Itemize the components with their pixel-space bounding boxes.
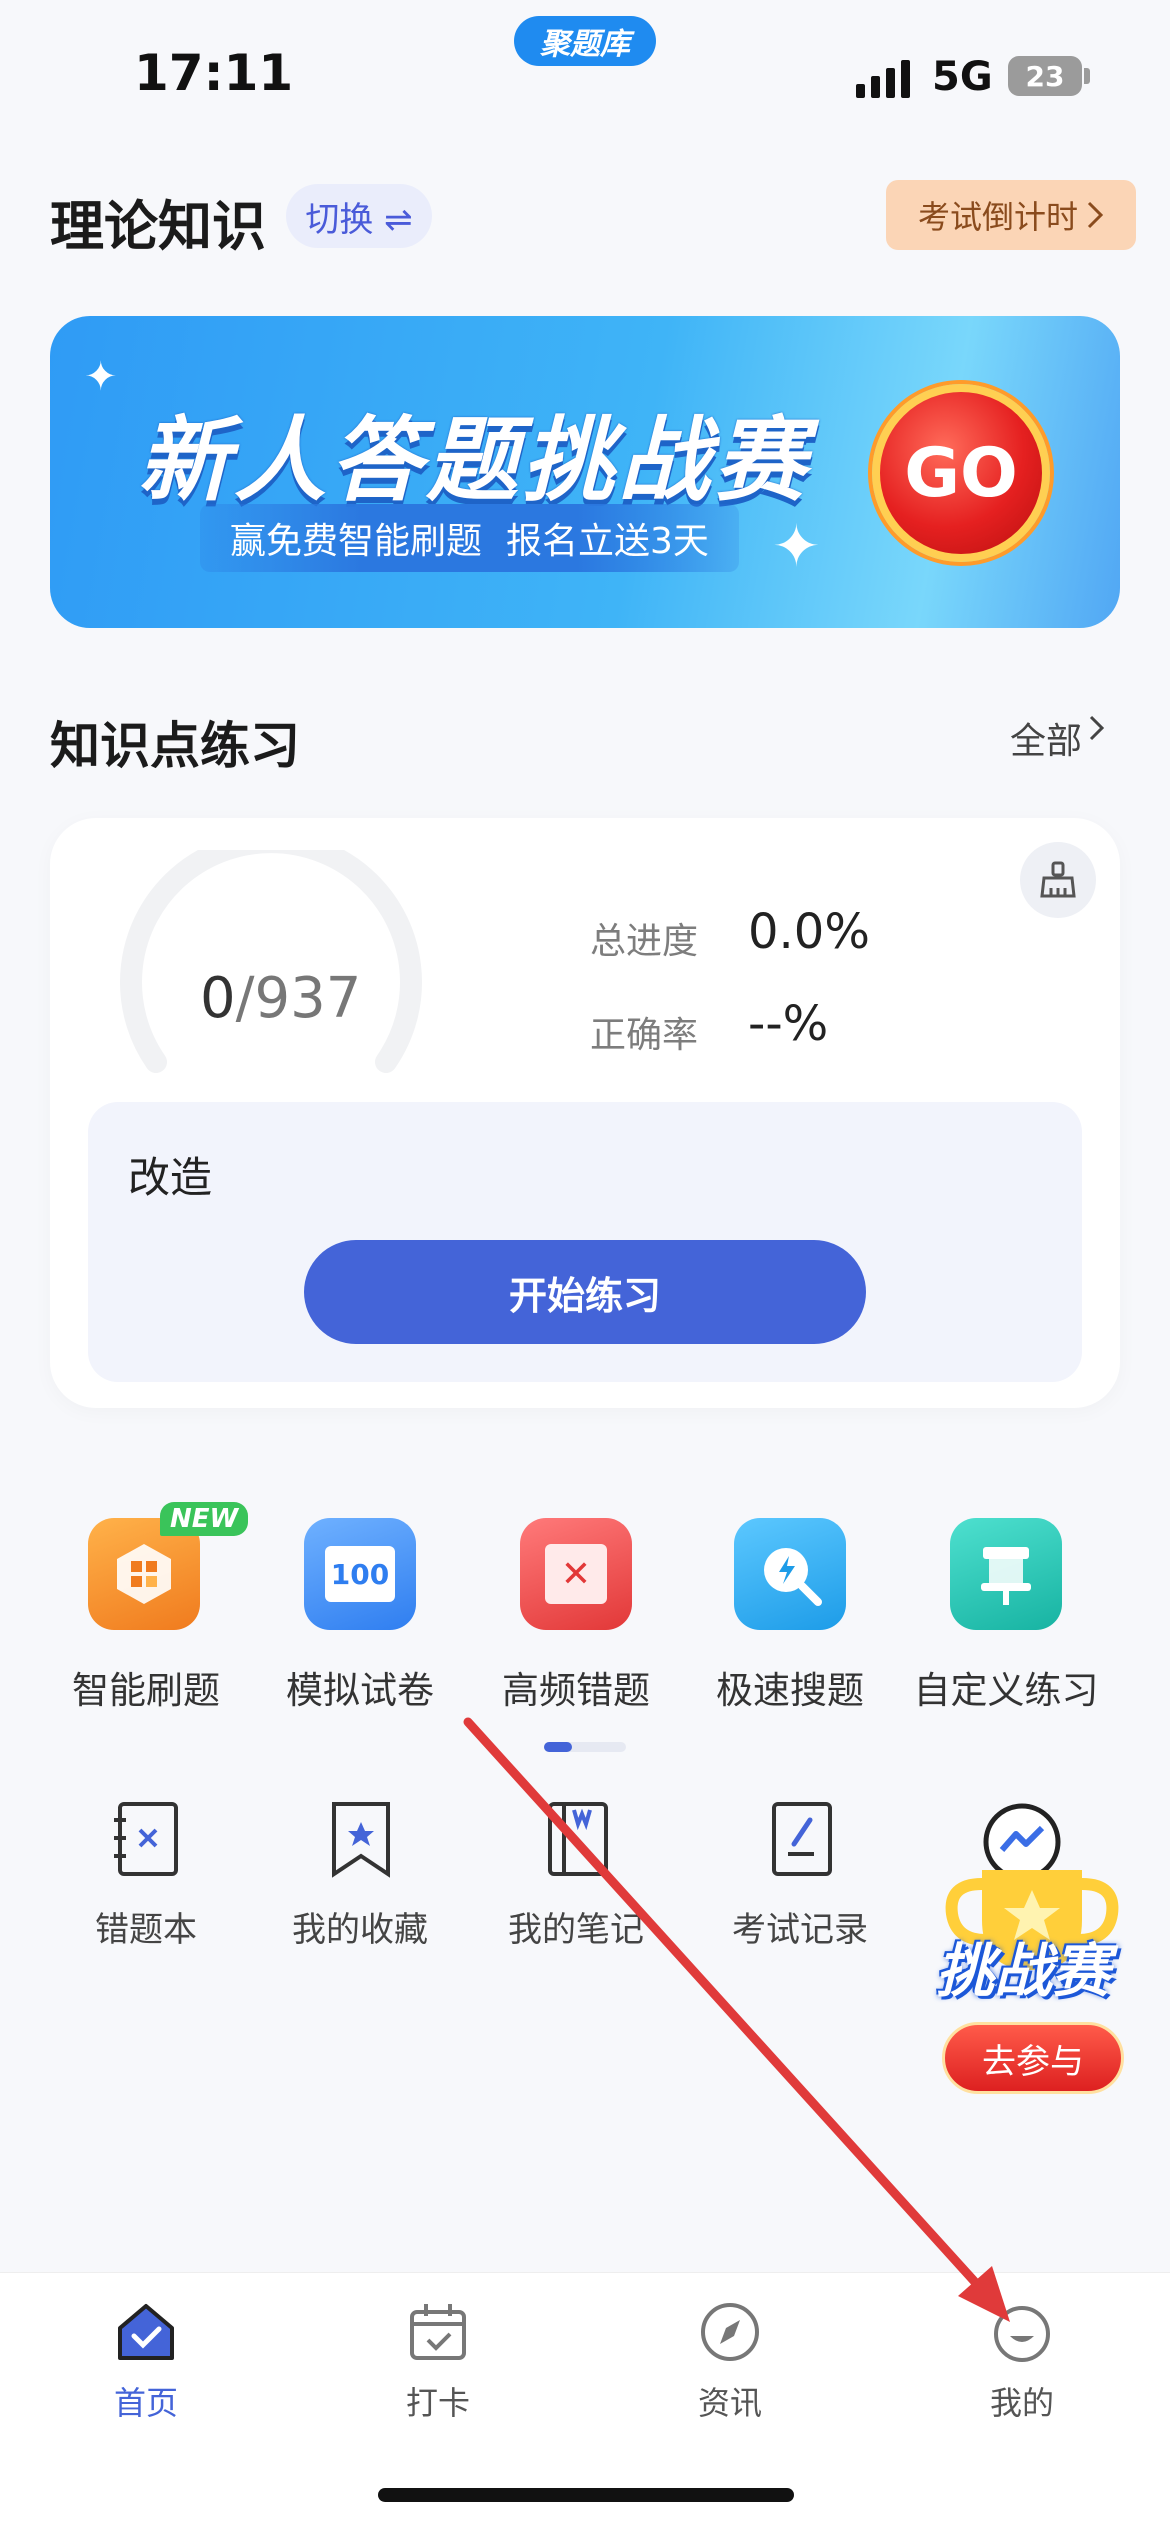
nav-item-news[interactable]: 资讯 [650,2300,810,2424]
banner-sub-left: 赢免费智能刷题 [230,521,483,562]
quick-search-icon [734,1518,846,1630]
nav-item-checkin[interactable]: 打卡 [358,2300,518,2424]
new-badge: NEW [160,1502,249,1536]
switch-label: 切换 ⇌ [305,199,413,240]
banner-title: 新人答题挑战赛 [138,407,811,514]
progress-count: 0/937 [200,966,362,1031]
clean-button[interactable] [1020,842,1096,918]
profile-icon [994,2306,1050,2362]
view-all-link[interactable]: 全部 [1010,712,1106,764]
home-icon [118,2304,174,2360]
home-indicator [378,2488,794,2502]
nav-label: 资讯 [697,2384,762,2422]
feature-label: 智能刷题 [72,1669,220,1712]
go-button[interactable]: GO [872,384,1050,562]
exam-countdown-button[interactable]: 考试倒计时 [886,180,1136,250]
notes-icon [548,1802,608,1876]
tool-bookmark[interactable]: 我的收藏 [250,1800,470,1951]
sparkle-icon: ✦ [84,354,118,400]
nav-label: 首页 [113,2384,178,2422]
broom-icon [1040,861,1076,898]
switch-button[interactable]: 切换 ⇌ [286,184,432,248]
countdown-label: 考试倒计时 [917,198,1078,236]
accuracy-value: --% [748,996,829,1052]
calendar-check-icon [410,2304,466,2360]
nav-label: 打卡 [405,2384,470,2422]
total-count: 937 [254,966,362,1031]
frequent-mistakes-icon: ✕ [520,1518,632,1630]
progress-value: 0.0% [748,904,870,960]
join-challenge-button[interactable]: 去参与 [942,2022,1124,2094]
tool-label: 考试记录 [732,1910,868,1950]
banner-subtitle: 赢免费智能刷题 报名立送3天 [200,504,739,572]
battery-icon: 23 [1008,56,1082,96]
chevron-right-icon [1089,715,1105,741]
network-type: 5G [932,54,993,100]
chevron-right-icon [1087,201,1104,229]
tool-label: 我的笔记 [508,1910,644,1950]
nav-item-profile[interactable]: 我的 [942,2300,1102,2424]
view-all-label: 全部 [1010,721,1083,762]
signal-icon [856,58,914,98]
page-title: 理论知识 [50,195,266,258]
mock-paper-icon: 100 [304,1518,416,1630]
exam-record-icon [772,1802,832,1876]
tool-mistake-book[interactable]: 错题本 [36,1800,256,1951]
tool-label: 我的收藏 [292,1910,428,1950]
start-practice-button[interactable]: 开始练习 [304,1240,866,1344]
nav-item-home[interactable]: 首页 [66,2300,226,2424]
feature-label: 极速搜题 [716,1669,864,1712]
tool-notes[interactable]: 我的笔记 [466,1800,686,1951]
page-indicator [544,1742,626,1752]
custom-practice-icon [950,1518,1062,1630]
bookmark-icon [332,1802,390,1878]
feature-smart-practice[interactable]: 智能刷题 [36,1518,256,1714]
accuracy-label: 正确率 [590,1015,699,1056]
done-count: 0 [200,966,236,1031]
feature-mock-paper[interactable]: 100 模拟试卷 [250,1518,470,1714]
challenge-banner[interactable]: ✦ 新人答题挑战赛 赢免费智能刷题 报名立送3天 ✦ GO [50,316,1120,628]
compass-icon [701,2303,759,2361]
feature-label: 自定义练习 [913,1669,1099,1712]
section-title: 知识点练习 [50,717,300,775]
challenge-title[interactable]: 挑战赛 [936,1924,1110,2008]
mistake-book-icon [114,1802,178,1876]
practice-name: 改造 [128,1153,213,1202]
progress-label: 总进度 [590,921,699,962]
feature-frequent-mistakes[interactable]: ✕ 高频错题 [466,1518,686,1714]
nav-label: 我的 [989,2384,1054,2422]
feature-quick-search[interactable]: 极速搜题 [680,1518,900,1714]
feature-label: 高频错题 [502,1669,650,1712]
feature-label: 模拟试卷 [286,1669,434,1712]
battery-tip [1084,68,1090,84]
tool-label: 错题本 [95,1910,197,1950]
mock-paper-number: 100 [325,1546,395,1602]
feature-custom-practice[interactable]: 自定义练习 [896,1518,1116,1714]
banner-sub-right: 报名立送3天 [506,521,709,562]
status-time: 17:11 [134,44,294,102]
sparkle-icon: ✦ [772,512,821,580]
tool-exam-record[interactable]: 考试记录 [690,1800,910,1951]
app-name-pill: 聚题库 [514,16,656,66]
